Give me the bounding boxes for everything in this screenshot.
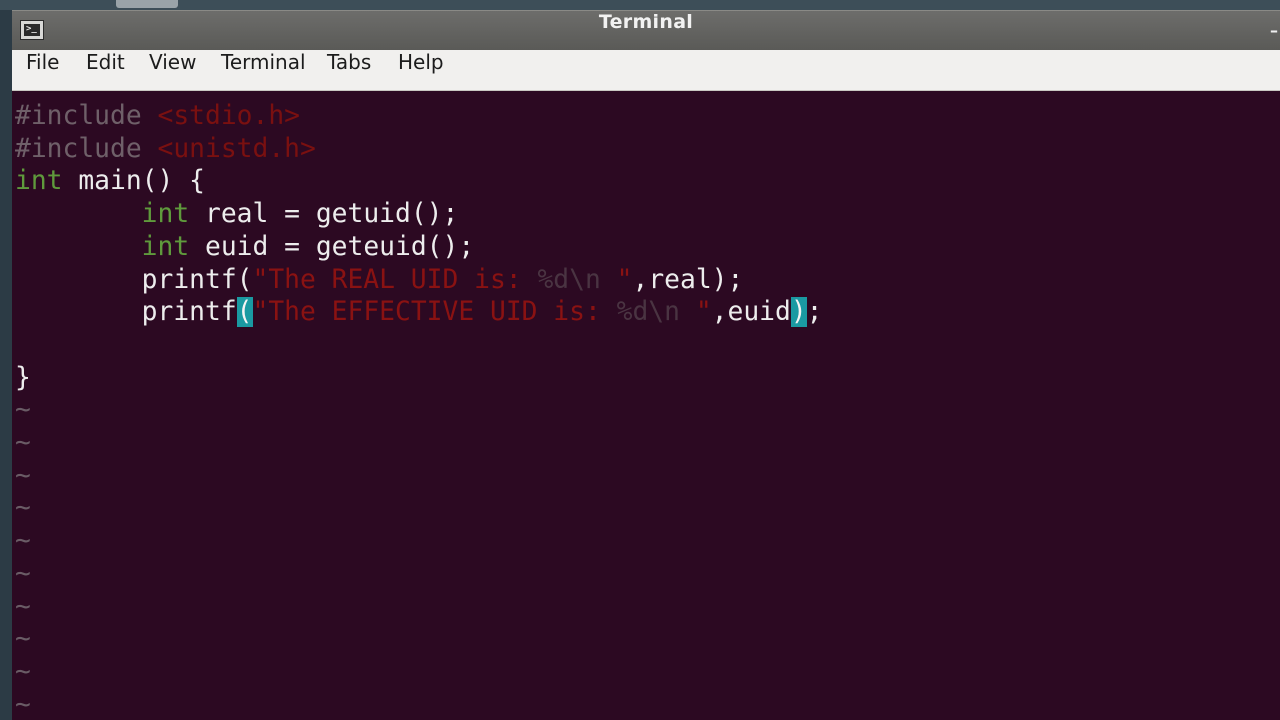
code-token: %d\n [537, 264, 617, 295]
code-token: ,real); [632, 264, 744, 295]
code-line: ~ [15, 526, 31, 559]
code-editor[interactable]: #include <stdio.h> #include <unistd.h> int… [12, 92, 1280, 720]
code-token: ~ [15, 689, 31, 720]
code-token: real = getuid(); [189, 199, 459, 230]
desktop-top-strip [0, 0, 1280, 10]
code-line: } [15, 363, 31, 396]
code-token: ; [806, 297, 823, 328]
code-token: int [15, 166, 63, 197]
window-title: Terminal [598, 11, 694, 33]
code-token: ~ [15, 493, 31, 524]
code-line: int euid = geteuid(); [15, 232, 474, 265]
code-token: ~ [15, 656, 31, 687]
window-control-icon[interactable]: – [1270, 21, 1280, 41]
code-token: <stdio.h> [157, 101, 301, 131]
code-token: ~ [15, 591, 31, 622]
code-line: printf("The EFFECTIVE UID is: %d\n ",eui… [15, 297, 823, 330]
menu-help[interactable]: Help [398, 50, 444, 90]
code-line: int main() { [15, 166, 205, 199]
terminal-window: >_ Terminal – File Edit View Terminal Ta… [12, 10, 1280, 720]
code-line: ~ [15, 624, 31, 657]
code-token: "The EFFECTIVE UID is: [252, 297, 617, 328]
code-token: int [141, 199, 190, 230]
code-token: ~ [15, 428, 31, 458]
menu-bar: File Edit View Terminal Tabs Help [12, 50, 1280, 91]
code-line: ~ [15, 428, 31, 461]
code-token: ~ [15, 526, 31, 557]
code-line: ~ [15, 559, 31, 592]
menu-edit[interactable]: Edit [86, 50, 125, 90]
code-token: "The REAL UID is: [252, 264, 538, 295]
code-token: printf [15, 297, 237, 328]
desktop-window-tab[interactable] [116, 0, 178, 8]
code-token: main() { [62, 166, 205, 197]
code-token: ,euid [711, 297, 791, 328]
title-bar[interactable]: >_ Terminal – [12, 10, 1280, 50]
code-line: ~ [15, 493, 31, 526]
menu-file[interactable]: File [26, 50, 59, 90]
code-line: #include <unistd.h> [15, 134, 316, 167]
code-token: ~ [15, 624, 31, 655]
code-token: int [141, 231, 190, 262]
menu-view[interactable]: View [149, 50, 196, 90]
code-line: printf("The REAL UID is: %d\n ",real); [15, 264, 744, 298]
code-token: ) [790, 297, 807, 328]
code-token: ~ [15, 460, 31, 491]
code-line: int real = getuid(); [15, 199, 459, 232]
code-line: #include <stdio.h> [15, 101, 300, 134]
code-token: euid = geteuid(); [189, 231, 475, 262]
code-line: ~ [15, 657, 31, 690]
code-token: } [15, 362, 31, 393]
code-line: ~ [15, 592, 31, 625]
code-token: ( [236, 297, 253, 328]
code-token: <unistd.h> [157, 133, 316, 164]
menu-tabs[interactable]: Tabs [327, 50, 371, 90]
code-token: ~ [15, 395, 31, 426]
code-token: " [616, 264, 633, 295]
code-token: " [695, 297, 712, 328]
code-token: %d\n [616, 297, 696, 328]
code-token: ~ [15, 558, 31, 589]
menu-terminal[interactable]: Terminal [221, 50, 306, 90]
code-line: ~ [15, 690, 31, 720]
code-token: #include [15, 133, 158, 164]
code-line: ~ [15, 461, 31, 494]
code-line: ~ [15, 395, 31, 428]
code-token: printf( [15, 264, 253, 295]
code-token: #include [15, 101, 158, 131]
